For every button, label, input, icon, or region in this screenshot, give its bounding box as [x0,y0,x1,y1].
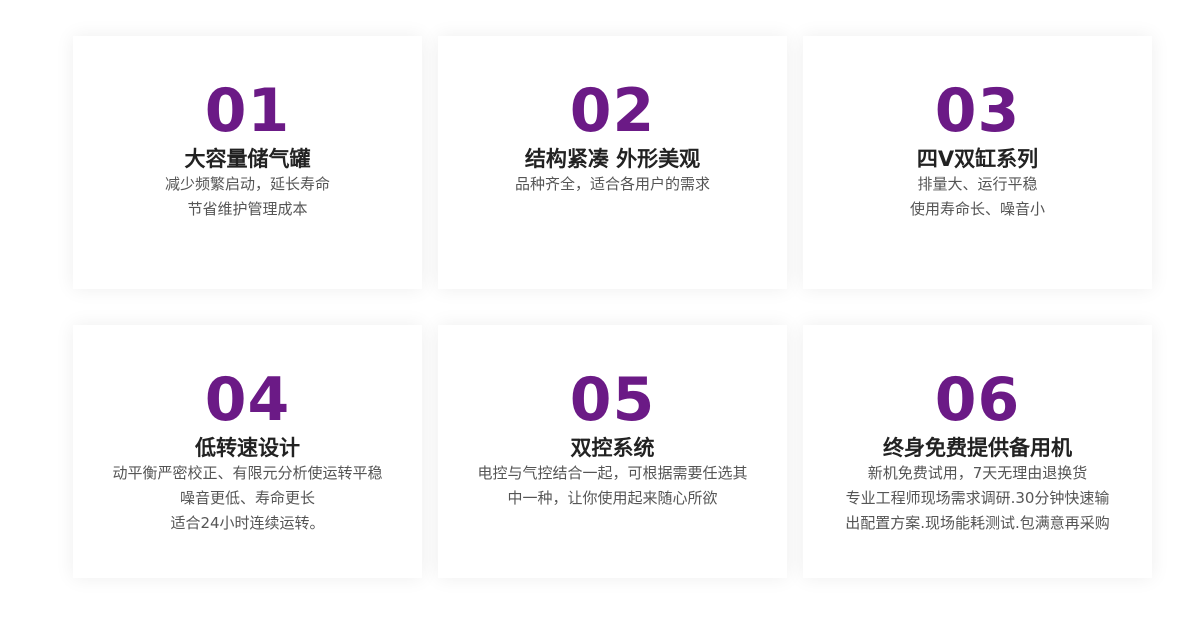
feature-card-05: 05 双控系统 电控与气控结合一起，可根据需要任选其 中一种，让你使用起来随心所… [438,325,787,578]
feature-description-line: 专业工程师现场需求调研.30分钟快速输 [845,489,1110,507]
feature-description-line: 动平衡严密校正、有限元分析使运转平稳 [112,464,383,482]
feature-title: 低转速设计 [195,436,300,460]
feature-description-line: 品种齐全，适合各用户的需求 [514,175,710,193]
feature-number: 01 [204,76,291,146]
feature-title: 终身免费提供备用机 [883,436,1072,460]
feature-title: 四V双缸系列 [916,147,1039,171]
feature-number: 04 [204,365,291,435]
feature-description-line: 节省维护管理成本 [187,200,308,218]
feature-title: 双控系统 [570,436,655,460]
feature-description-line: 使用寿命长、噪音小 [909,200,1045,218]
feature-card-03: 03 四V双缸系列 排量大、运行平稳 使用寿命长、噪音小 [803,36,1152,289]
feature-description-line: 适合24小时连续运转。 [170,514,325,532]
feature-description-line: 中一种，让你使用起来随心所欲 [507,489,718,507]
feature-description-line: 减少频繁启动，延长寿命 [164,175,330,193]
feature-title: 大容量储气罐 [184,147,311,171]
feature-number: 06 [934,365,1021,435]
feature-card-06: 06 终身免费提供备用机 新机免费试用，7天无理由退换货 专业工程师现场需求调研… [803,325,1152,578]
feature-description-line: 噪音更低、寿命更长 [179,489,315,507]
feature-description-line: 电控与气控结合一起，可根据需要任选其 [477,464,748,482]
feature-card-01: 01 大容量储气罐 减少频繁启动，延长寿命 节省维护管理成本 [73,36,422,289]
feature-number: 02 [569,76,656,146]
feature-description-line: 排量大、运行平稳 [917,175,1038,193]
feature-grid: 01 大容量储气罐 减少频繁启动，延长寿命 节省维护管理成本 02 结构紧凑 外… [73,36,1152,578]
feature-card-04: 04 低转速设计 动平衡严密校正、有限元分析使运转平稳 噪音更低、寿命更长 适合… [73,325,422,578]
feature-description-line: 出配置方案.现场能耗测试.包满意再采购 [845,514,1110,532]
feature-card-02: 02 结构紧凑 外形美观 品种齐全，适合各用户的需求 [438,36,787,289]
feature-description-line: 新机免费试用，7天无理由退换货 [867,464,1088,482]
feature-number: 03 [934,76,1021,146]
feature-number: 05 [569,365,656,435]
feature-title: 结构紧凑 外形美观 [524,147,701,171]
